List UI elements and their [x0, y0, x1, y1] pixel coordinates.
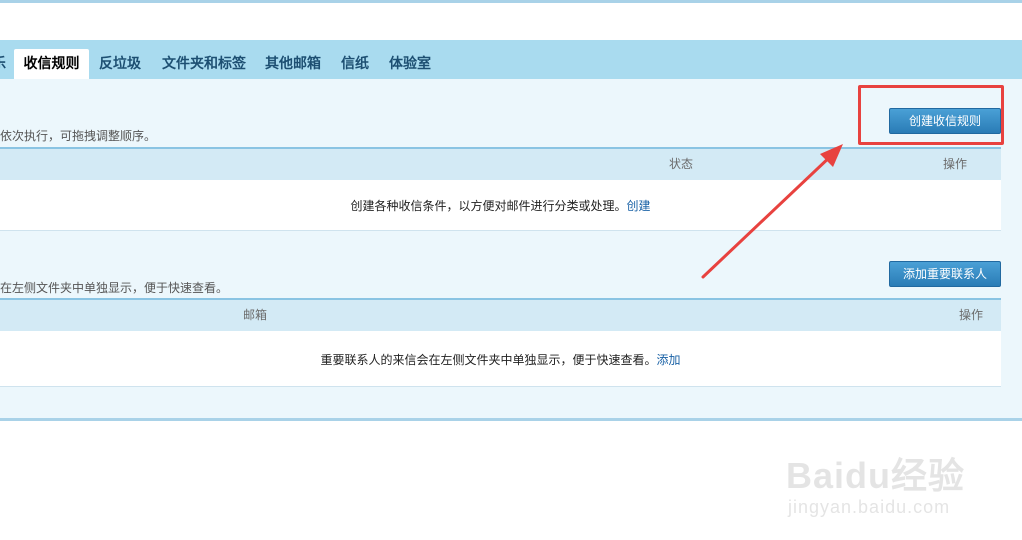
add-contact-link[interactable]: 添加 [657, 353, 681, 367]
contacts-empty-row: 重要联系人的来信会在左侧文件夹中单独显示，便于快速查看。添加 [0, 331, 1001, 387]
tab-mail-rules[interactable]: 收信规则 [14, 49, 89, 79]
settings-tab-bar: 乐 收信规则 反垃圾 文件夹和标签 其他邮箱 信纸 体验室 [0, 40, 1022, 79]
rules-empty-message: 创建各种收信条件，以方便对邮件进行分类或处理。创建 [0, 197, 1001, 214]
contacts-empty-text: 重要联系人的来信会在左侧文件夹中单独显示，便于快速查看。 [320, 353, 657, 367]
rules-empty-row: 创建各种收信条件，以方便对邮件进行分类或处理。创建 [0, 180, 1001, 231]
annotation-highlight-box [858, 85, 1004, 145]
create-rule-link[interactable]: 创建 [627, 199, 651, 213]
tab-partial[interactable]: 乐 [0, 49, 6, 79]
column-email: 邮箱 [243, 308, 268, 322]
tab-labs[interactable]: 体验室 [384, 49, 436, 79]
watermark-url: jingyan.baidu.com [788, 497, 951, 517]
tab-other-mailboxes[interactable]: 其他邮箱 [260, 49, 326, 79]
rules-empty-text: 创建各种收信条件，以方便对邮件进行分类或处理。 [350, 199, 627, 213]
column-action: 操作 [943, 157, 968, 171]
rules-description: 依次执行，可拖拽调整顺序。 [0, 129, 157, 143]
baidu-jingyan-watermark: Baidu经验 jingyan.baidu.com [778, 425, 978, 525]
tab-folders-and-labels[interactable]: 文件夹和标签 [156, 49, 252, 79]
tab-anti-spam[interactable]: 反垃圾 [94, 49, 146, 79]
column-status: 状态 [669, 157, 694, 171]
bottom-border [0, 418, 1022, 421]
top-border [0, 0, 1022, 3]
column-action: 操作 [959, 308, 984, 322]
contacts-empty-message: 重要联系人的来信会在左侧文件夹中单独显示，便于快速查看。添加 [0, 351, 1001, 368]
contacts-description: 在左侧文件夹中单独显示，便于快速查看。 [0, 281, 229, 295]
rules-table-header: 状态 操作 [0, 147, 1001, 180]
tab-stationery[interactable]: 信纸 [336, 49, 374, 79]
watermark-logo: Baidu经验 [786, 455, 966, 496]
add-important-contact-button[interactable]: 添加重要联系人 [889, 261, 1001, 287]
contacts-table-header: 邮箱 操作 [0, 298, 1001, 331]
